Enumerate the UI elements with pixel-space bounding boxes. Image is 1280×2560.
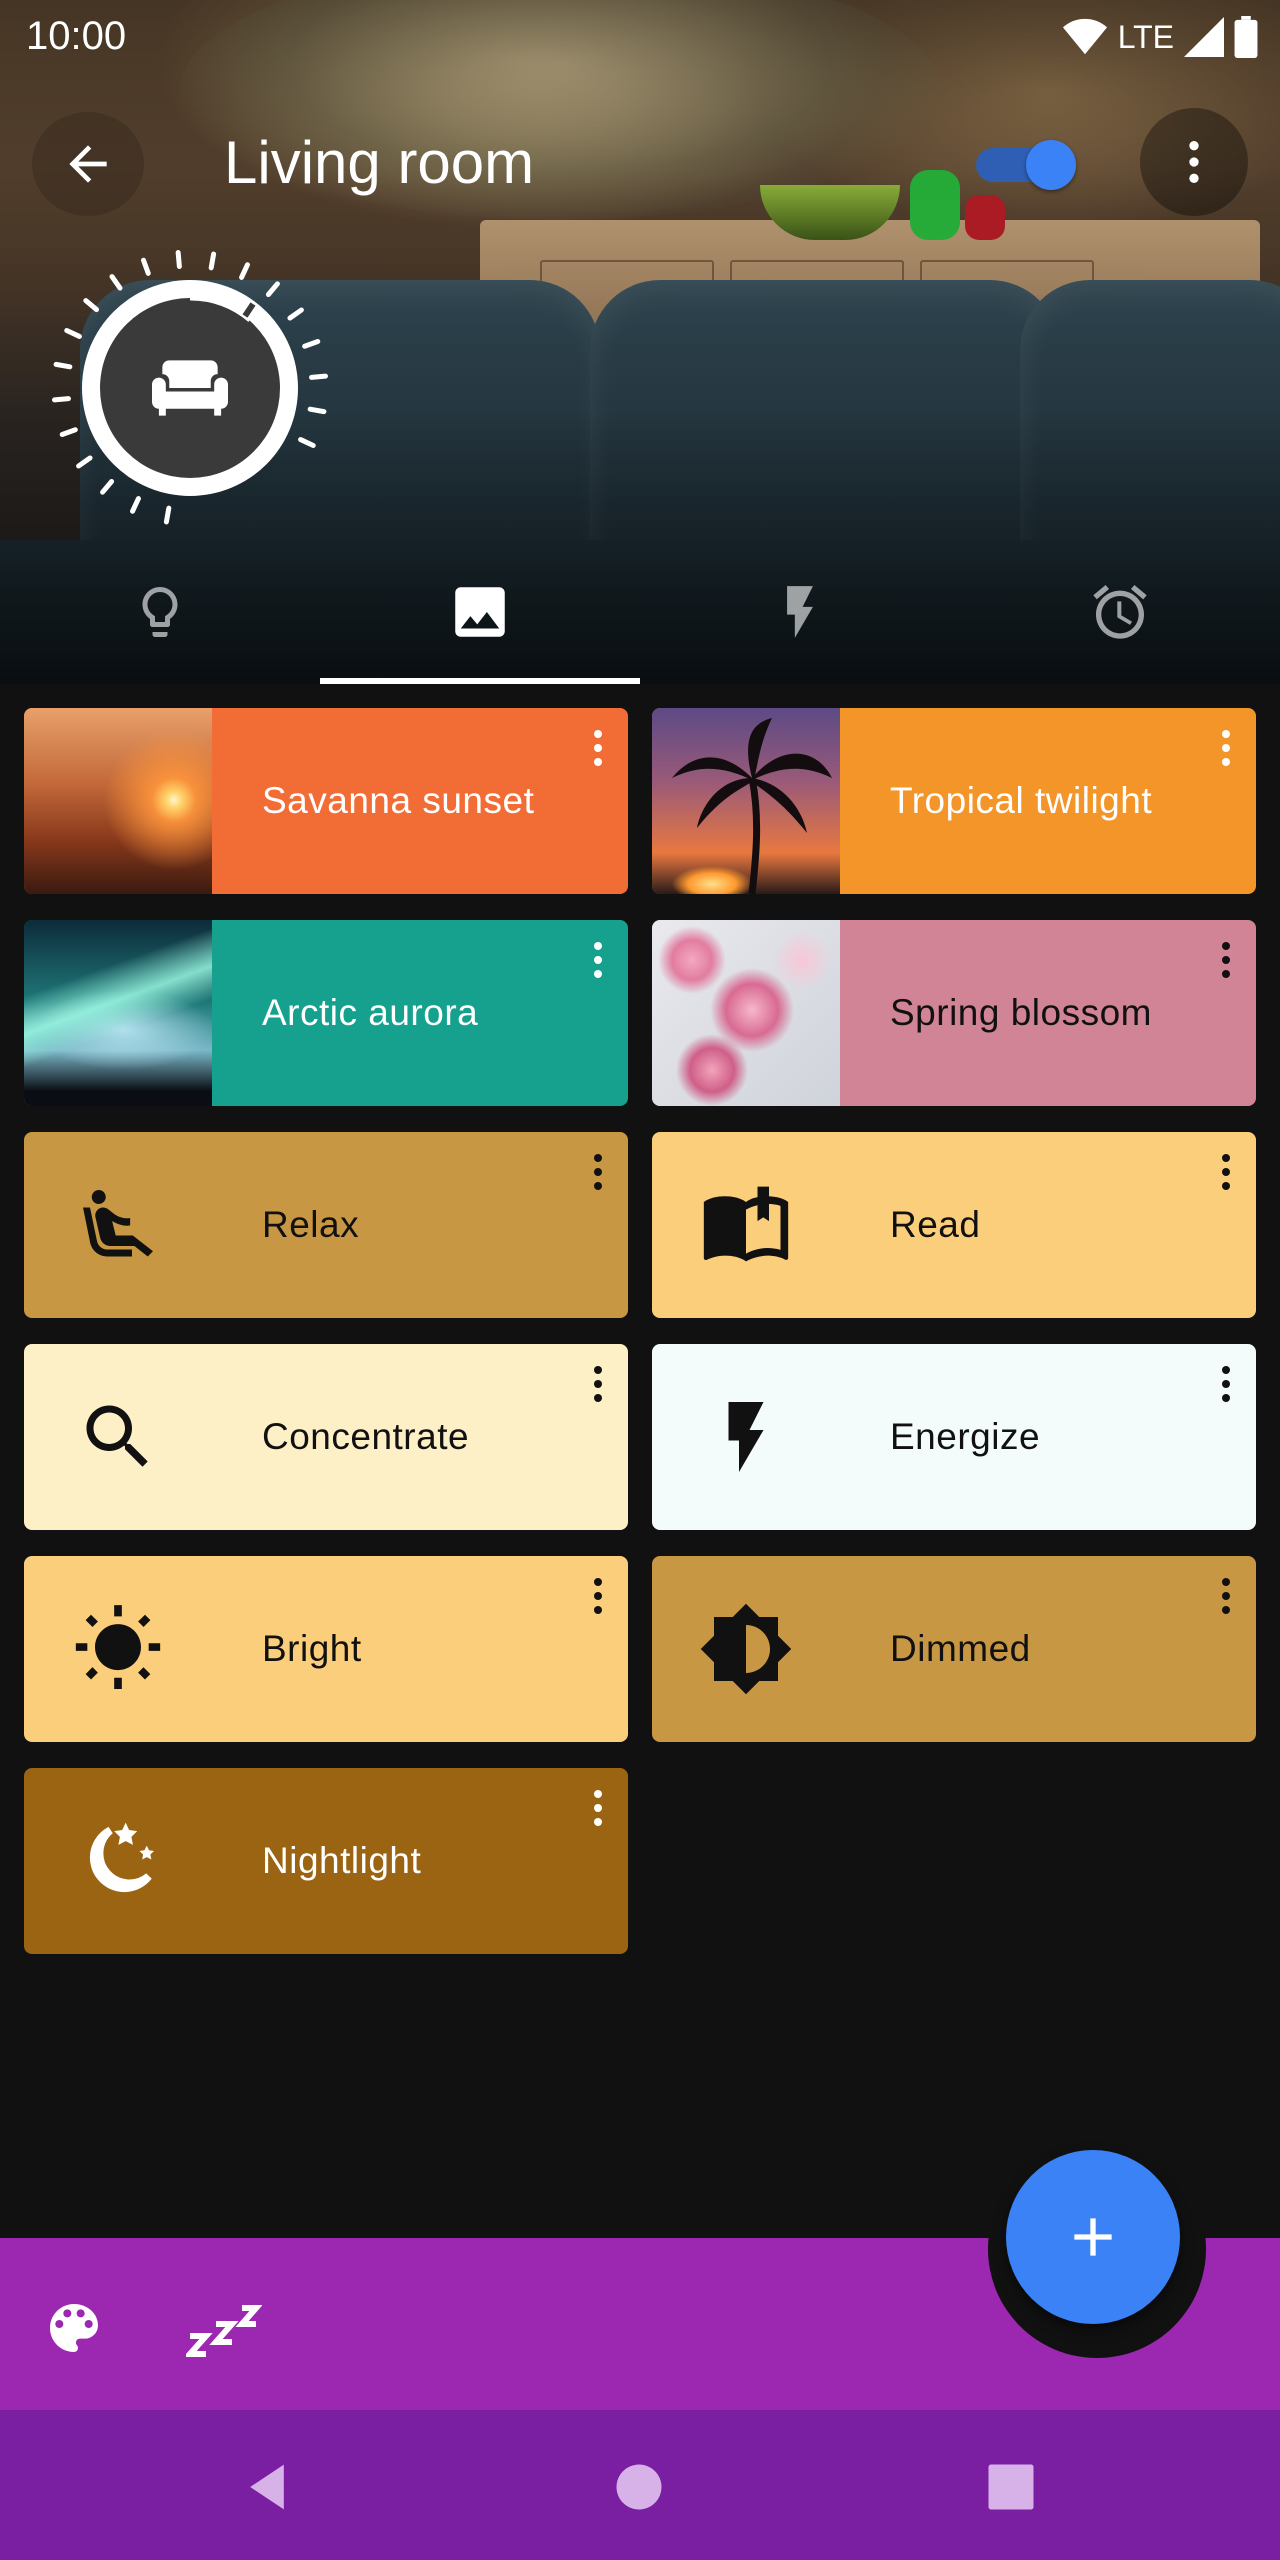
scene-label: Arctic aurora — [262, 992, 479, 1033]
scene-more-button[interactable] — [1208, 722, 1244, 774]
sleep-zzz-icon — [186, 2305, 262, 2357]
nav-home-button[interactable] — [604, 2452, 674, 2522]
palette-button[interactable] — [34, 2288, 114, 2368]
moon-stars-icon — [68, 1811, 168, 1911]
scene-label: Read — [890, 1204, 981, 1245]
sleep-button[interactable] — [184, 2288, 264, 2368]
blossom-thumbnail — [652, 920, 840, 1106]
image-icon — [455, 587, 505, 637]
scene-card-read[interactable]: Read — [652, 1132, 1256, 1318]
scene-more-button[interactable] — [580, 1782, 616, 1834]
sofa-icon — [152, 360, 228, 416]
scene-card-spring-blossom[interactable]: Spring blossom — [652, 920, 1256, 1106]
tropical-thumbnail — [652, 708, 840, 894]
scene-label: Bright — [262, 1628, 362, 1669]
scene-more-button[interactable] — [580, 1146, 616, 1198]
scene-label: Concentrate — [262, 1416, 470, 1457]
room-tabs — [0, 544, 1280, 684]
back-button[interactable] — [32, 112, 144, 216]
scene-more-button[interactable] — [1208, 1146, 1244, 1198]
flash-icon — [787, 586, 813, 638]
lightning-icon — [696, 1387, 796, 1487]
scene-more-button[interactable] — [1208, 1358, 1244, 1410]
scene-card-savanna-sunset[interactable]: Savanna sunset — [24, 708, 628, 894]
scene-card-tropical-twilight[interactable]: Tropical twilight — [652, 708, 1256, 894]
nav-recents-button[interactable] — [976, 2452, 1046, 2522]
scene-card-arctic-aurora[interactable]: Arctic aurora — [24, 920, 628, 1106]
scene-card-bright[interactable]: Bright — [24, 1556, 628, 1742]
triangle-back-icon — [250, 2464, 284, 2510]
tab-effects[interactable] — [640, 544, 960, 680]
page-title: Living room — [224, 129, 535, 196]
plus-icon — [1074, 2218, 1112, 2256]
tab-lights[interactable] — [0, 544, 320, 680]
scene-more-button[interactable] — [1208, 1570, 1244, 1622]
scene-card-dimmed[interactable]: Dimmed — [652, 1556, 1256, 1742]
palette-icon — [50, 2304, 98, 2352]
scene-label: Tropical twilight — [890, 780, 1153, 821]
scene-label: Savanna sunset — [262, 780, 535, 821]
wifi-icon — [1062, 18, 1107, 55]
status-bar: 10:00 LTE — [0, 0, 1280, 76]
savanna-thumbnail — [24, 708, 212, 894]
room-power-toggle[interactable] — [972, 140, 1076, 190]
square-recents-icon — [988, 2464, 1034, 2510]
system-navigation-bar — [0, 2410, 1280, 2560]
overflow-menu-button[interactable] — [1140, 108, 1248, 216]
book-open-icon — [696, 1175, 796, 1275]
sun-icon — [68, 1599, 168, 1699]
scene-label: Nightlight — [262, 1840, 422, 1881]
more-vert-icon — [1189, 141, 1199, 183]
tab-scenes[interactable] — [320, 544, 640, 680]
scene-card-concentrate[interactable]: Concentrate — [24, 1344, 628, 1530]
scene-more-button[interactable] — [580, 934, 616, 986]
scene-label: Energize — [890, 1416, 1041, 1457]
scene-more-button[interactable] — [580, 1570, 616, 1622]
network-type: LTE — [1117, 18, 1174, 55]
scene-more-button[interactable] — [580, 1358, 616, 1410]
lightbulb-icon — [142, 587, 178, 637]
magnifier-icon — [68, 1387, 168, 1487]
aurora-thumbnail — [24, 920, 212, 1106]
status-time: 10:00 — [26, 14, 127, 58]
palm-tree-icon — [672, 718, 832, 894]
circle-home-icon — [616, 2464, 662, 2510]
scene-label: Relax — [262, 1204, 360, 1245]
scene-more-button[interactable] — [1208, 934, 1244, 986]
signal-icon — [1184, 17, 1224, 57]
brightness-dial[interactable] — [40, 238, 340, 538]
add-scene-button[interactable] — [1006, 2150, 1180, 2324]
selected-tab-indicator — [320, 678, 640, 684]
scene-label: Spring blossom — [890, 992, 1153, 1033]
alarm-icon — [1093, 584, 1147, 639]
brightness-half-icon — [696, 1599, 796, 1699]
scene-card-nightlight[interactable]: Nightlight — [24, 1768, 628, 1954]
battery-icon — [1234, 16, 1258, 58]
arrow-back-icon — [69, 145, 107, 183]
seat-recline-icon — [68, 1175, 168, 1275]
nav-back-button[interactable] — [232, 2452, 302, 2522]
scene-more-button[interactable] — [580, 722, 616, 774]
scene-card-relax[interactable]: Relax — [24, 1132, 628, 1318]
tab-routines[interactable] — [960, 544, 1280, 680]
scene-label: Dimmed — [890, 1628, 1031, 1669]
scene-card-energize[interactable]: Energize — [652, 1344, 1256, 1530]
